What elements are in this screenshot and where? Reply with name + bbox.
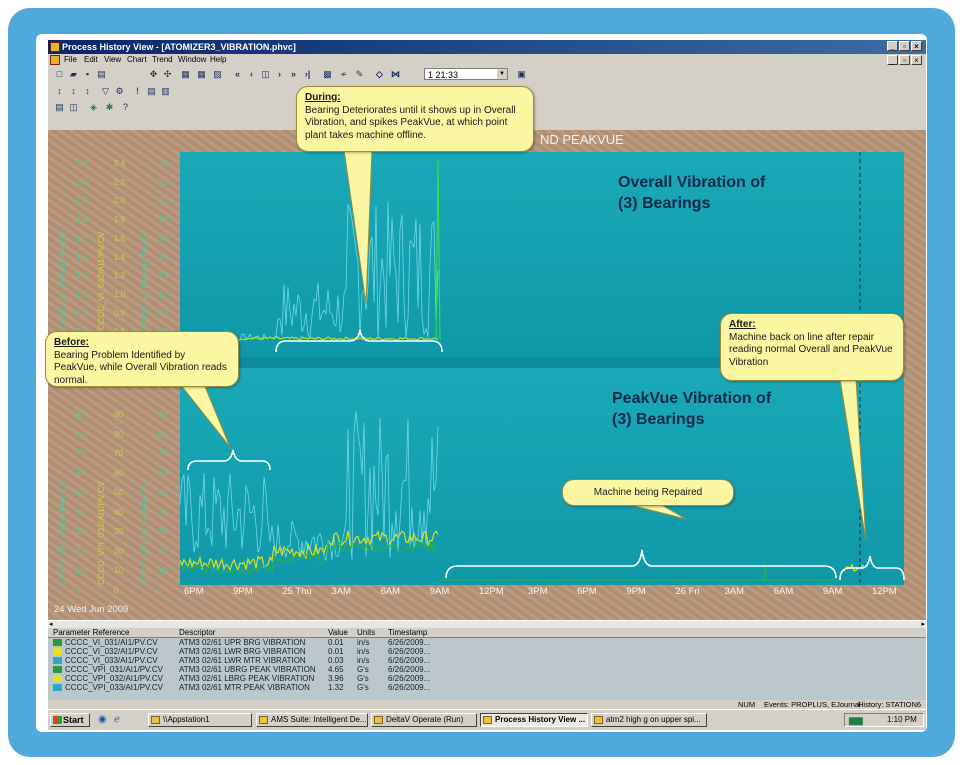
- callout-during: During: Bearing Deteriorates until it sh…: [296, 86, 534, 152]
- overall-title: Overall Vibration of (3) Bearings: [618, 172, 765, 214]
- deltav-icon: [374, 716, 383, 724]
- task-ams[interactable]: AMS Suite: Intelligent De...: [256, 713, 368, 727]
- task-appstation[interactable]: \\Appstation1: [148, 713, 252, 727]
- trace-overall-spike: [435, 159, 441, 341]
- system-tray: ▆▆ 1:10 PM: [844, 713, 924, 727]
- ams-icon: [259, 716, 268, 724]
- during-heading: During:: [305, 92, 341, 103]
- document-icon: [594, 716, 603, 724]
- repaired-text: Machine being Repaired: [593, 487, 703, 498]
- network-icon[interactable]: ▆▆: [849, 714, 863, 726]
- windows-flag-icon: [53, 716, 62, 724]
- callout-after: After: Machine back on line after repair…: [720, 313, 904, 381]
- task-process-history[interactable]: Process History View ...: [480, 713, 588, 727]
- trace-after: [843, 563, 865, 572]
- taskbar: Start ◉ ℯ \\Appstation1 AMS Suite: Intel…: [48, 709, 926, 730]
- overall-title-line1: Overall Vibration of: [618, 174, 766, 191]
- desktop-icon[interactable]: ◉: [98, 714, 107, 725]
- clock: 1:10 PM: [887, 715, 917, 724]
- folder-icon: [151, 716, 160, 724]
- callout-repaired: Machine being Repaired: [562, 479, 734, 506]
- task-label: AMS Suite: Intelligent De...: [271, 715, 367, 724]
- task-label: DeltaV Operate (Run): [386, 715, 464, 724]
- trace-peakvue-noise: [179, 410, 439, 562]
- trace-small-spike: [763, 561, 767, 581]
- after-text: Machine back on line after repair readin…: [729, 331, 893, 368]
- peakvue-title: PeakVue Vibration of (3) Bearings: [612, 388, 771, 430]
- before-text: Bearing Problem Identified by PeakVue, w…: [54, 349, 227, 386]
- before-heading: Before:: [54, 337, 90, 348]
- task-atm2[interactable]: atm2 high g on upper spi...: [591, 713, 707, 727]
- overall-title-line2: (3) Bearings: [618, 195, 711, 212]
- browser-icon[interactable]: ℯ: [114, 714, 120, 725]
- start-label: Start: [63, 715, 84, 725]
- during-text: Bearing Deteriorates until it shows up i…: [305, 104, 516, 141]
- history-icon: [483, 716, 492, 724]
- peakvue-title-line1: PeakVue Vibration of: [612, 390, 772, 407]
- task-label: atm2 high g on upper spi...: [606, 715, 701, 724]
- task-label: \\Appstation1: [163, 715, 210, 724]
- peakvue-title-line2: (3) Bearings: [612, 411, 705, 428]
- start-button[interactable]: Start: [50, 713, 90, 727]
- trace-overall-noise: [197, 201, 439, 341]
- task-label: Process History View ...: [495, 715, 586, 724]
- callout-before: Before: Bearing Problem Identified by Pe…: [45, 331, 239, 387]
- task-deltav[interactable]: DeltaV Operate (Run): [371, 713, 477, 727]
- after-heading: After:: [729, 319, 756, 330]
